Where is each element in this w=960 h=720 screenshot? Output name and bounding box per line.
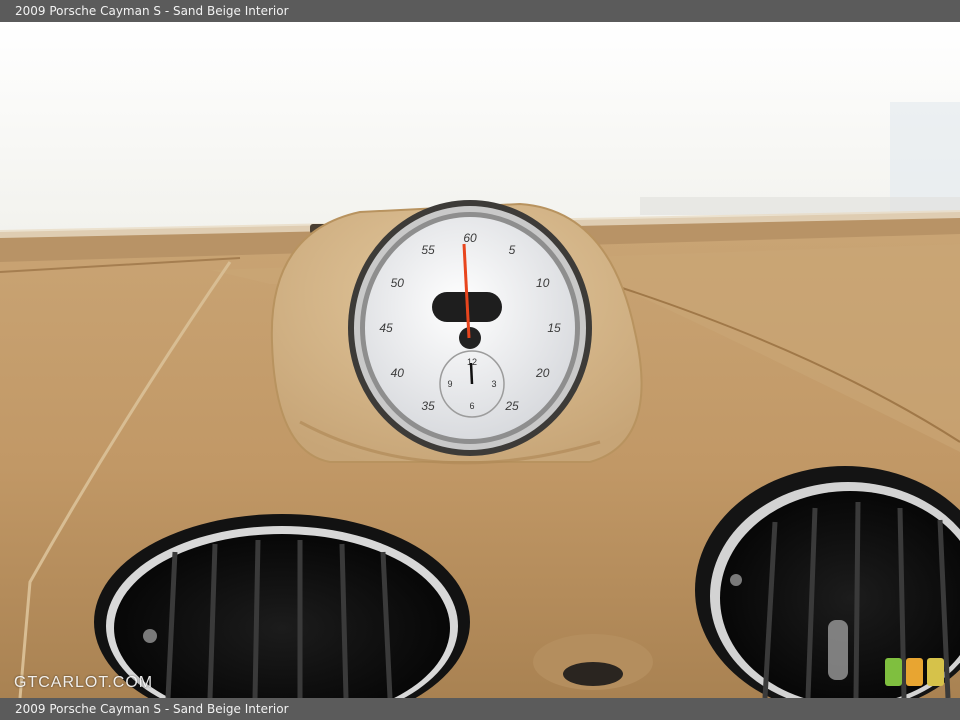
- dashboard-photo: 605101520253540455055 12369: [0, 22, 960, 698]
- clock-number: 15: [547, 321, 561, 335]
- caption-title-bottom: 2009 Porsche Cayman S - Sand Beige Inter…: [15, 702, 289, 716]
- sport-chrono-clock: 605101520253540455055 12369: [348, 200, 592, 456]
- sub-dial-number: 9: [447, 379, 452, 389]
- clock-number: 50: [391, 276, 405, 290]
- badge-orange: [906, 658, 923, 686]
- hazard-button[interactable]: [563, 662, 623, 686]
- clock-number: 5: [509, 243, 516, 257]
- watermark-logo: GTCARLOT.COM: [14, 674, 153, 692]
- watermark-text: GTCARLOT.COM: [14, 674, 154, 691]
- clock-number: 25: [504, 399, 519, 413]
- caption-title: 2009 Porsche Cayman S - Sand Beige Inter…: [15, 4, 289, 18]
- clock-number: 55: [421, 243, 435, 257]
- badge-green: [885, 658, 902, 686]
- clock-number: 45: [379, 321, 393, 335]
- clock-number: 10: [536, 276, 550, 290]
- photo: 60 5 10 15 20 25 35 40 45 50 55 12 3 6 9: [0, 22, 960, 698]
- clock-number: 40: [391, 366, 405, 380]
- caption-bar-bottom: 2009 Porsche Cayman S - Sand Beige Inter…: [0, 698, 960, 720]
- clock-number: 35: [421, 399, 435, 413]
- window-building: [890, 102, 960, 212]
- sub-dial-hand: [469, 362, 474, 385]
- clock-number: 20: [535, 366, 550, 380]
- caption-bar-top: 2009 Porsche Cayman S - Sand Beige Inter…: [0, 0, 960, 22]
- badge-yellow: [927, 658, 944, 686]
- sub-dial-number: 6: [469, 401, 474, 411]
- sub-dial-number: 3: [491, 379, 496, 389]
- clock-number: 60: [463, 231, 477, 245]
